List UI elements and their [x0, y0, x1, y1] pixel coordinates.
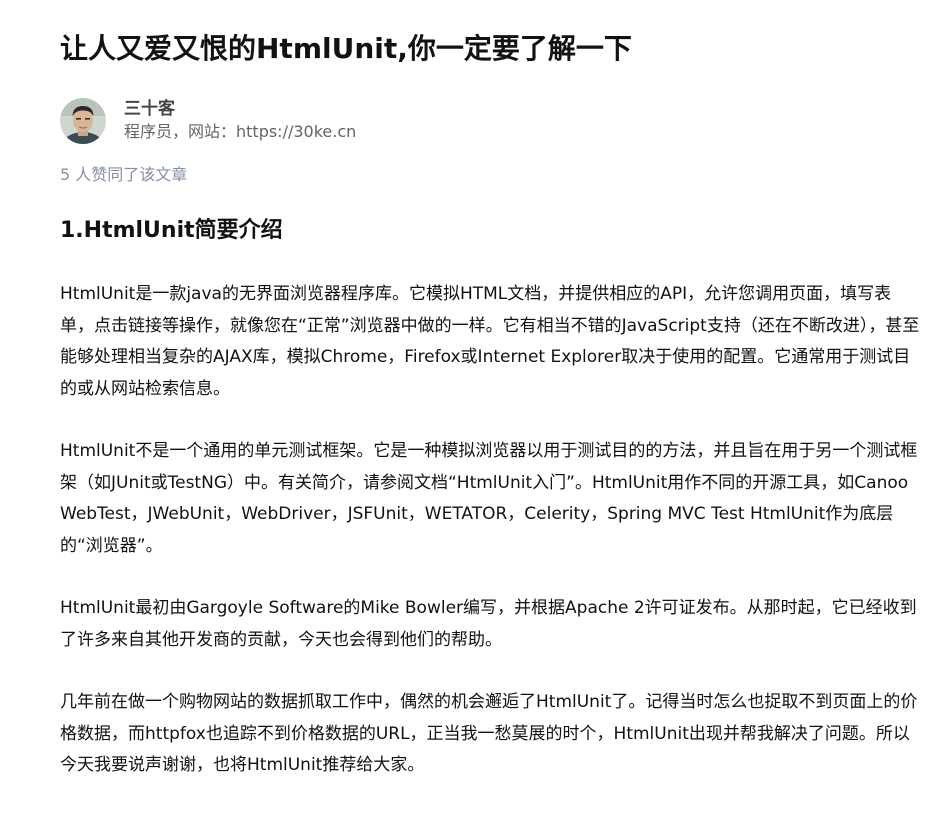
- author-bio: 程序员，网站：https://30ke.cn: [124, 122, 357, 141]
- article-body: HtmlUnit是一款java的无界面浏览器程序库。它模拟HTML文档，并提供相…: [60, 279, 920, 813]
- author-avatar[interactable]: [60, 98, 106, 144]
- article-title: 让人又爱又恨的HtmlUnit,你一定要了解一下: [60, 32, 632, 65]
- paragraph-1: HtmlUnit是一款java的无界面浏览器程序库。它模拟HTML文档，并提供相…: [60, 284, 920, 399]
- author-name[interactable]: 三十客: [124, 98, 356, 120]
- paragraph-3: HtmlUnit最初由Gargoyle Software的Mike Bowler…: [60, 598, 917, 650]
- author-info: 三十客 程序员，网站：https://30ke.cn: [60, 96, 356, 146]
- author-meta: 三十客 程序员，网站：https://30ke.cn: [124, 98, 356, 144]
- avatar-photo: [60, 98, 106, 144]
- paragraph-4: 几年前在做一个购物网站的数据抓取工作中，偶然的机会邂逅了HtmlUnit了。记得…: [60, 692, 918, 775]
- article: 让人又爱又恨的HtmlUnit,你一定要了解一下 三十客 程序员，网站：http…: [0, 0, 944, 823]
- paragraph-2: HtmlUnit不是一个通用的单元测试框架。它是一种模拟浏览器以用于测试目的的方…: [60, 441, 918, 556]
- section-heading: 1.HtmlUnit简要介绍: [60, 218, 283, 243]
- likes-count[interactable]: 5 人赞同了该文章: [60, 163, 187, 187]
